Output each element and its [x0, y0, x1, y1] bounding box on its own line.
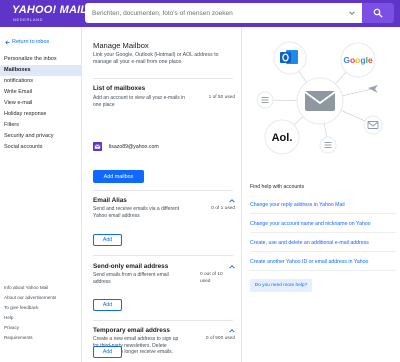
divider [250, 213, 396, 214]
sidebar-footer: Info about Yahoo Mail About our advertis… [4, 283, 56, 343]
envelope-icon [296, 77, 344, 125]
sidebar-item-notifications[interactable]: notifications [0, 76, 81, 87]
footer-link-privacy[interactable]: Privacy [4, 323, 56, 333]
send-only-count: 0 out of 10 used [200, 272, 223, 284]
divider [250, 270, 396, 271]
sidebar-item-filters[interactable]: Filters [0, 120, 81, 131]
footer-link-help[interactable]: Help [4, 313, 56, 323]
settings-menu: Personalize the inbox Mailboxes notifica… [0, 54, 81, 153]
mailboxes-section-title: List of mailboxes [93, 85, 146, 92]
google-icon: Google [340, 42, 376, 78]
alias-count: 0 of 1 used [211, 206, 235, 211]
logo-region: NEDERLAND [13, 17, 44, 22]
alias-section-description: Send and receive emails via a different … [93, 206, 180, 219]
divider [93, 190, 233, 191]
chevron-up-icon[interactable] [229, 199, 235, 203]
mailbox-account-row[interactable]: lisazo89@yahoo.com [93, 142, 159, 151]
help-section-title: Find help with accounts [250, 184, 305, 190]
svg-text:Aol.: Aol. [272, 132, 293, 144]
page-description: Link your Google, Outlook (Hotmail) or A… [93, 52, 219, 65]
yahoo-account-icon [93, 142, 102, 151]
chevron-up-icon[interactable] [229, 329, 235, 333]
footer-link-feedback[interactable]: To give feedback [4, 303, 56, 313]
outlook-icon [273, 41, 307, 75]
envelope-icon [363, 115, 383, 135]
mailboxes-count: 1 of 50 used [208, 95, 235, 100]
sidebar-item-holiday-response[interactable]: Holiday response [0, 109, 81, 120]
divider [250, 251, 396, 252]
footer-link-info[interactable]: Info about Yahoo Mail [4, 283, 56, 293]
sidebar-item-mailboxes[interactable]: Mailboxes [0, 65, 81, 76]
sidebar-item-personalize[interactable]: Personalize the inbox [0, 54, 81, 65]
return-to-inbox-link[interactable]: Return to inbox [5, 39, 49, 45]
manage-mailbox-panel: Manage Mailbox Link your Google, Outlook… [82, 27, 242, 362]
add-alias-button[interactable]: Add [93, 234, 122, 246]
help-panel: Google Aol. Find help with accounts Chan… [242, 27, 400, 362]
more-help-button[interactable]: Do you need more help? [250, 279, 312, 292]
add-mailbox-button[interactable]: Add mailbox [93, 170, 144, 183]
help-link-account-name[interactable]: Change your account name and nickname on… [250, 221, 396, 227]
chevron-down-icon[interactable] [349, 10, 355, 16]
search-icon [373, 8, 383, 18]
search-input[interactable] [85, 3, 362, 23]
help-link-another-id[interactable]: Create another Yahoo ID or email address… [250, 259, 396, 265]
arrow-left-icon [5, 39, 10, 45]
alias-section-title: Email Alias [93, 197, 127, 204]
send-only-section-title: Send-only email address [93, 263, 169, 270]
linked-accounts-illustration: Google Aol. [256, 41, 383, 155]
mailboxes-section-description: Add an account to view all your e-mails … [93, 95, 185, 108]
sidebar-item-security-privacy[interactable]: Security and privacy [0, 131, 81, 142]
sidebar-item-write-email[interactable]: Write Email [0, 87, 81, 98]
divider [93, 78, 233, 79]
account-email: lisazo89@yahoo.com [109, 143, 159, 150]
divider [93, 320, 233, 321]
sidebar-item-social-accounts[interactable]: Social accounts [0, 142, 81, 153]
send-only-section-description: Send emails from a different email addre… [93, 272, 169, 285]
help-link-additional-address[interactable]: Create, use and delete an additional e-m… [250, 240, 396, 246]
top-bar: YAHOO! MAIL NEDERLAND [0, 0, 400, 27]
settings-sidebar: Return to inbox Personalize the inbox Ma… [0, 27, 82, 362]
aol-icon: Aol. [264, 119, 300, 155]
footer-link-requirements[interactable]: Requirements [4, 333, 56, 343]
chevron-up-icon[interactable] [229, 265, 235, 269]
search-button[interactable] [362, 3, 394, 23]
footer-link-advertisements[interactable]: About our advertisements [4, 293, 56, 303]
list-icon [319, 136, 337, 154]
divider [93, 255, 233, 256]
add-temporary-button[interactable]: Add [93, 346, 122, 358]
sidebar-item-view-email[interactable]: View e-mail [0, 98, 81, 109]
yahoo-mail-logo[interactable]: YAHOO! MAIL [12, 5, 87, 16]
return-to-inbox-label: Return to inbox [12, 39, 50, 45]
airplane-icon [368, 85, 378, 93]
add-send-only-button[interactable]: Add [93, 299, 122, 311]
divider [250, 232, 396, 233]
list-icon [256, 91, 274, 109]
temporary-count: 0 of 500 used [205, 336, 235, 341]
svg-text:Google: Google [343, 55, 373, 65]
temporary-section-title: Temporary email address [93, 327, 170, 334]
page-title: Manage Mailbox [93, 41, 149, 50]
help-link-reply-address[interactable]: Change your reply address in Yahoo Mail [250, 202, 396, 208]
